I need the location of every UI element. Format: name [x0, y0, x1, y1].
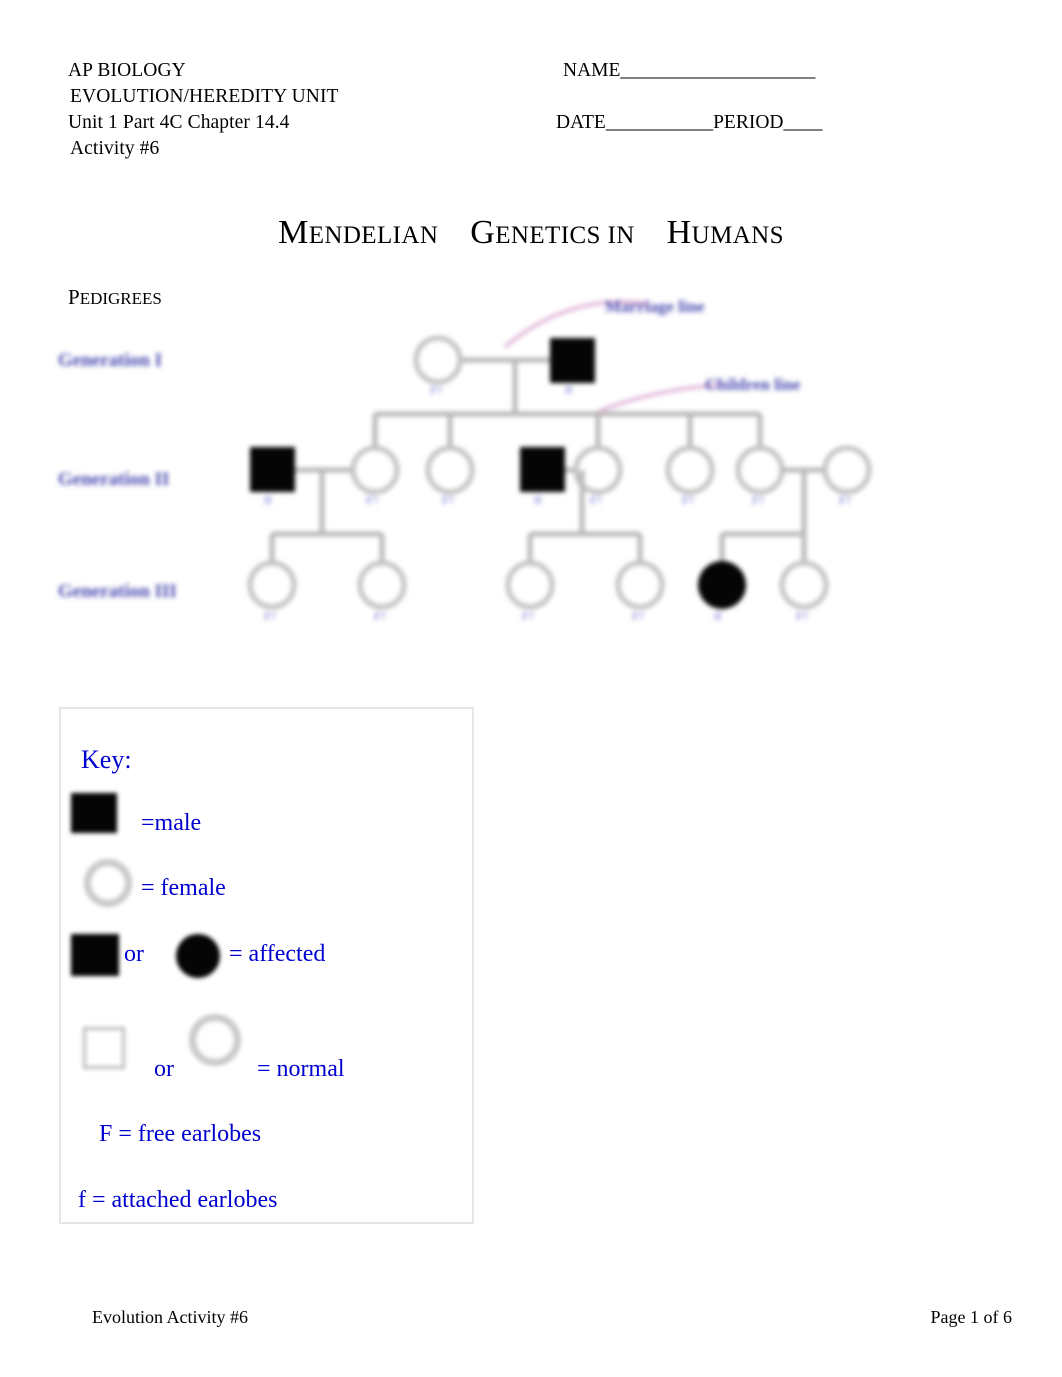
key-female-circle-icon	[84, 859, 132, 907]
page-title: MENDELIAN GENETICS IN HUMANS	[0, 214, 1062, 252]
key-legend-box: Key: =male = female or = affected or = n…	[59, 707, 474, 1224]
key-normal-or: or	[154, 1056, 174, 1082]
gen3-female-2	[357, 560, 407, 610]
key-normal-square-icon	[83, 1027, 125, 1069]
gen2-genotype-7: F?	[752, 493, 764, 507]
gen2-genotype-1: ff	[264, 493, 272, 507]
gen3-female-3	[505, 560, 555, 610]
gen1-female	[413, 335, 463, 385]
gen3-genotype-6: F?	[796, 609, 808, 623]
key-affected-or: or	[124, 941, 144, 967]
gen2-female-2	[425, 445, 475, 495]
gen2-genotype-6: F?	[682, 493, 694, 507]
gen1-male-genotype: ff	[565, 383, 573, 397]
key-affected-circle-icon	[176, 934, 220, 978]
generation-2-label: Generation II	[58, 469, 169, 490]
footer-page-number: Page 1 of 6	[930, 1307, 1012, 1327]
gen3-genotype-4: F?	[632, 609, 644, 623]
document-page: AP BIOLOGY EVOLUTION/HEREDITY UNIT Unit …	[0, 0, 1062, 1377]
gen2-genotype-2: F?	[366, 493, 378, 507]
gen2-female-5	[735, 445, 785, 495]
activity-number: Activity #6	[70, 138, 160, 159]
gen3-genotype-1: F?	[264, 609, 276, 623]
gen2-affected-male-mid	[520, 447, 565, 492]
key-free-earlobes: F = free earlobes	[99, 1121, 262, 1147]
gen2-affected-male-left	[250, 447, 295, 492]
date-period-field[interactable]: DATE___________PERIOD____	[556, 112, 823, 134]
footer-activity-label: Evolution Activity #6	[92, 1307, 248, 1327]
key-affected-label: = affected	[229, 941, 326, 967]
gen3-female-1	[247, 560, 297, 610]
title-rest-endelian: ENDELIAN	[308, 222, 439, 249]
unit-name: EVOLUTION/HEREDITY UNIT	[70, 86, 339, 107]
title-cap-h: H	[666, 214, 692, 251]
gen2-female-6	[822, 445, 872, 495]
chapter-name: Unit 1 Part 4C Chapter 14.4	[68, 112, 290, 133]
title-rest-enetics-in: ENETICS IN	[495, 222, 635, 249]
children-line-label: Children line	[705, 375, 801, 394]
title-word-mendelian: MENDELIAN	[278, 214, 438, 252]
key-male-square-icon	[71, 793, 117, 833]
key-title: Key:	[81, 745, 132, 774]
generation-3-label: Generation III	[58, 581, 177, 602]
gen2-female-1	[350, 445, 400, 495]
key-male-label: =male	[141, 810, 202, 836]
title-word-genetics-in: GENETICS IN	[470, 214, 634, 252]
marriage-line-label: Marriage line	[605, 297, 705, 316]
key-normal-circle-icon	[189, 1014, 241, 1066]
gen2-genotype-8: F?	[839, 493, 851, 507]
key-attached-earlobes: f = attached earlobes	[78, 1187, 278, 1213]
gen2-genotype-3: F?	[442, 493, 454, 507]
generation-1-label: Generation I	[58, 350, 162, 371]
pedigree-chart: .ln { stroke:#b8b8b8; stroke-width:5; fi…	[50, 282, 910, 662]
gen3-female-4	[615, 560, 665, 610]
key-female-label: = female	[141, 875, 226, 901]
gen2-female-4	[665, 445, 715, 495]
title-word-humans: HUMANS	[667, 214, 784, 252]
gen3-genotype-3: F?	[522, 609, 534, 623]
gen3-genotype-5: ff	[714, 609, 722, 623]
gen3-genotype-2: F?	[374, 609, 386, 623]
course-header: AP BIOLOGY EVOLUTION/HEREDITY UNIT Unit …	[68, 58, 339, 162]
key-affected-square-icon	[71, 934, 119, 976]
gen2-genotype-5: F?	[590, 493, 602, 507]
title-cap-m: M	[278, 214, 309, 251]
children-line-arrow	[597, 383, 721, 414]
gen2-genotype-4: ff	[534, 493, 542, 507]
course-name: AP BIOLOGY	[68, 60, 186, 81]
gen3-affected-female	[698, 561, 746, 609]
title-cap-g: G	[470, 214, 496, 251]
gen1-female-genotype: F?	[430, 383, 442, 397]
gen3-female-5	[779, 560, 829, 610]
key-normal-label: = normal	[257, 1056, 345, 1082]
gen1-affected-male	[550, 338, 595, 383]
title-rest-umans: UMANS	[691, 222, 784, 249]
name-field[interactable]: NAME____________________	[563, 60, 815, 82]
